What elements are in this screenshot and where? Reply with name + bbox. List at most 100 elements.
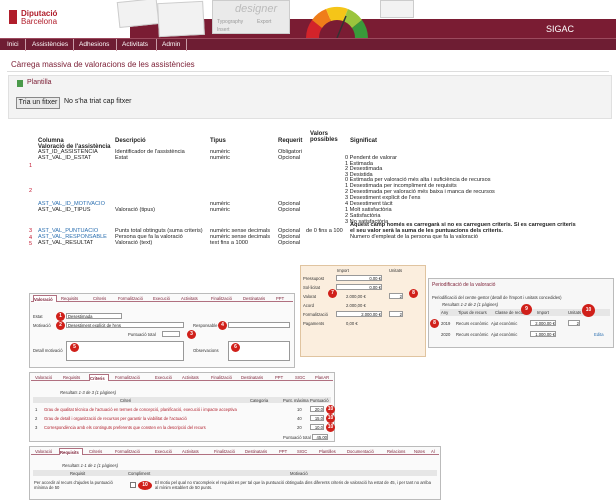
tab-valoracio[interactable]: Valoració (35, 374, 52, 381)
col-unitats: Unitats (568, 310, 582, 315)
results-count: Resultats 1-3 de 3 (1 pàgines) (60, 390, 117, 395)
callout-badge: 10 (326, 405, 335, 414)
tab-sigc[interactable]: SIGC (297, 448, 307, 455)
row-import-input[interactable]: 1.000,00 € (530, 331, 556, 337)
tab-execucio[interactable]: Execució (153, 295, 170, 302)
import-label: Pagaments (303, 321, 325, 326)
import-label: Formalització (303, 312, 328, 317)
cell-required: Opcional (278, 155, 301, 161)
motivacio-select[interactable]: Desestiment explícit de l'ens (66, 322, 184, 328)
callout-badge: 10 (326, 423, 335, 432)
callout-badge: 9 (521, 304, 532, 315)
gauge-graphic (306, 6, 368, 38)
tab-more[interactable]: Al (431, 448, 435, 455)
tab-formalitzacio[interactable]: Formalització (115, 374, 140, 381)
tab-ppt[interactable]: PPT (275, 374, 283, 381)
row-units-input[interactable]: 2 (568, 320, 580, 326)
row-year: 2020 (441, 332, 451, 337)
tab-activitats[interactable]: Activitats (181, 295, 198, 302)
decor-word: designer (235, 3, 278, 15)
criteri-link[interactable]: Grau de qualitat tècnica de l'actuació e… (44, 407, 237, 412)
tab-criteris[interactable]: Criteris (89, 374, 109, 381)
tab-relacions[interactable]: Relacions (387, 448, 405, 455)
callout-number: 5 (29, 241, 33, 247)
tab-documentacio[interactable]: Documentació (347, 448, 374, 455)
cell-desc: Estat (115, 155, 128, 161)
tab-finalitzacio[interactable]: Finalització (211, 374, 232, 381)
import-label: Valorat (303, 294, 316, 299)
tab-finalitzacio[interactable]: Finalització (214, 448, 235, 455)
cell-type: numèric (210, 207, 230, 213)
puntuacio-input[interactable]: 15,0 (310, 415, 324, 421)
tab-ppt[interactable]: PPT (276, 295, 284, 302)
tab-destinataris[interactable]: Destinataris (243, 295, 265, 302)
compliment-checkbox[interactable] (130, 482, 136, 488)
motivacio-label: Motivació (33, 323, 51, 328)
results-count: Resultats 1-1 de 1 (1 pàgines) (62, 463, 119, 468)
tab-notes[interactable]: Notes (414, 448, 425, 455)
tab-activitats[interactable]: Activitats (182, 374, 199, 381)
tab-criteris[interactable]: Criteris (93, 295, 106, 302)
tab-requisits[interactable]: Requisits (61, 295, 78, 302)
menu-divider (156, 39, 157, 51)
tab-execucio[interactable]: Execució (155, 448, 172, 455)
cell-values: de 0 fins a 100 (306, 228, 343, 234)
row-classe: Ajut econòmic (491, 321, 518, 326)
col-import: Import (537, 310, 549, 315)
units-value: 2 (389, 311, 403, 317)
menu-divider (25, 39, 26, 51)
menu-item-adhesions[interactable]: Adhesions (79, 41, 109, 48)
tab-destinataris[interactable]: Destinataris (241, 374, 263, 381)
tab-valoracio[interactable]: Valoració (35, 448, 52, 455)
import-value: 2.000,00 € (336, 311, 382, 317)
tab-execucio[interactable]: Execució (155, 374, 172, 381)
criteri-link[interactable]: Correspondència amb els continguts prefe… (44, 425, 206, 430)
tab-formalitzacio[interactable]: Formalització (115, 448, 140, 455)
tab-finalitzacio[interactable]: Finalització (211, 295, 232, 302)
tab-criteris[interactable]: Criteris (89, 448, 102, 455)
criteri-link[interactable]: Grau de detall i organització de recurso… (44, 416, 187, 421)
tab-requisits[interactable]: Requisits (63, 374, 80, 381)
menu-item-admin[interactable]: Admin (162, 41, 180, 48)
edit-link[interactable]: Edita (594, 332, 604, 337)
menu-item-assistencies[interactable]: Assistències (32, 41, 68, 48)
results-count: Resultats 1-2 de 2 (1 pàgines) (442, 302, 499, 307)
callout-badge: 5 (70, 343, 79, 352)
tab-valoracio[interactable]: Valoració (33, 295, 57, 302)
row-max: 40 (297, 416, 302, 421)
menu-divider (116, 39, 117, 51)
menu-item-inici[interactable]: Inici (7, 41, 19, 48)
col-header-tipus: Tipus (210, 138, 226, 144)
divider (7, 71, 609, 72)
tab-activitats[interactable]: Activitats (182, 448, 199, 455)
detall-textarea[interactable] (66, 341, 184, 361)
callout-badge: 10 (326, 414, 335, 423)
responsable-input[interactable] (228, 322, 290, 328)
tab-ppt[interactable]: PPT (279, 448, 287, 455)
tab-sigc[interactable]: SIGC (295, 374, 305, 381)
callout-badge: 1 (56, 312, 65, 321)
units-header: Unitats (389, 268, 403, 273)
tab-formalitzacio[interactable]: Formalització (118, 295, 143, 302)
import-label: Sol·licitat (303, 285, 320, 290)
menu-item-activitats[interactable]: Activitats (122, 41, 148, 48)
col-punt-max: Punt. màxima (283, 398, 309, 403)
tab-requisits[interactable]: Requisits (59, 448, 83, 455)
tab-destinataris[interactable]: Destinataris (245, 448, 267, 455)
tab-planar[interactable]: PlanAR (315, 374, 329, 381)
col-tipus: Tipus de recurs (458, 310, 487, 315)
logo-icon (9, 10, 17, 24)
callout-number: 3 (29, 228, 33, 234)
puntuacio-input[interactable] (162, 331, 180, 337)
estat-select[interactable]: Desestimada (66, 313, 122, 319)
import-value: 0,00 € (346, 321, 358, 326)
tab-plantilles[interactable]: Plantilles (319, 448, 336, 455)
plantilla-link[interactable]: Plantilla (27, 79, 52, 86)
choose-file-button[interactable]: Tria un fitxer (16, 97, 60, 109)
cell-desc: Valoració (text) (115, 240, 153, 246)
puntuacio-input[interactable]: 20,0 (310, 406, 324, 412)
puntuacio-input[interactable]: 10,0 (310, 424, 324, 430)
row-import-input[interactable]: 2.000,00 € (530, 320, 556, 326)
criteris-tabs: Valoració Requisits Criteris Formalitzac… (31, 374, 333, 381)
callout-badge: 7 (328, 289, 337, 298)
